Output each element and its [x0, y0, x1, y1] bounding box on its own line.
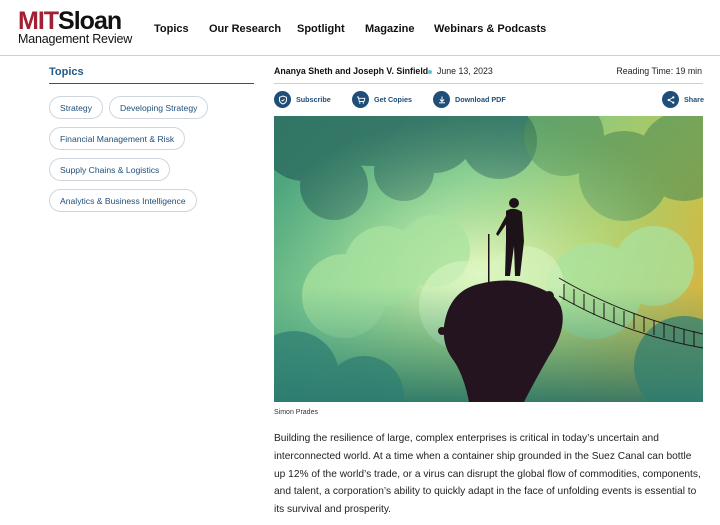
- topic-pill-strategy[interactable]: Strategy: [49, 96, 104, 119]
- image-caption: Simon Prades: [274, 409, 318, 416]
- logo-mit: MIT: [18, 7, 59, 35]
- logo-sloan: Sloan: [58, 7, 122, 35]
- share-button[interactable]: Share: [662, 91, 704, 108]
- site-logo[interactable]: MITSloan Management Review: [18, 9, 132, 46]
- hero-image: [274, 116, 703, 402]
- topic-pill-analytics[interactable]: Analytics & Business Intelligence: [49, 189, 197, 212]
- subscribe-label: Subscribe: [296, 95, 331, 104]
- article-intro-paragraph: Building the resilience of large, comple…: [274, 433, 701, 516]
- topics-divider: [49, 83, 254, 84]
- meta-separator-dot: [428, 70, 432, 74]
- shield-icon: [274, 91, 291, 108]
- get-copies-label: Get Copies: [374, 95, 412, 104]
- nav-our-research[interactable]: Our Research: [209, 23, 281, 35]
- site-header: MITSloan Management Review Topics Our Re…: [0, 0, 720, 56]
- topic-pill-financial-management[interactable]: Financial Management & Risk: [49, 127, 186, 150]
- share-label: Share: [684, 95, 704, 104]
- hero-illustration: [274, 116, 703, 402]
- meta-divider: [274, 83, 703, 84]
- nav-webinars-podcasts[interactable]: Webinars & Podcasts: [434, 23, 546, 35]
- reading-time: Reading Time: 19 min: [616, 66, 702, 76]
- topic-pill-supply-chains[interactable]: Supply Chains & Logistics: [49, 158, 171, 181]
- article-date: June 13, 2023: [437, 66, 493, 76]
- download-pdf-button[interactable]: Download PDF: [433, 91, 506, 108]
- nav-spotlight[interactable]: Spotlight: [297, 23, 345, 35]
- logo-subtitle: Management Review: [18, 32, 133, 46]
- logo-wordmark: MITSloan: [18, 7, 132, 35]
- nav-topics[interactable]: Topics: [154, 23, 189, 35]
- subscribe-button[interactable]: Subscribe: [274, 91, 331, 108]
- topic-pill-developing-strategy[interactable]: Developing Strategy: [109, 96, 209, 119]
- get-copies-button[interactable]: Get Copies: [352, 91, 412, 108]
- download-pdf-label: Download PDF: [455, 95, 506, 104]
- nav-magazine[interactable]: Magazine: [365, 23, 415, 35]
- topics-heading: Topics: [49, 66, 84, 78]
- article-authors[interactable]: Ananya Sheth and Joseph V. Sinfield: [274, 66, 428, 76]
- download-icon: [433, 91, 450, 108]
- share-icon: [662, 91, 679, 108]
- cart-icon: [352, 91, 369, 108]
